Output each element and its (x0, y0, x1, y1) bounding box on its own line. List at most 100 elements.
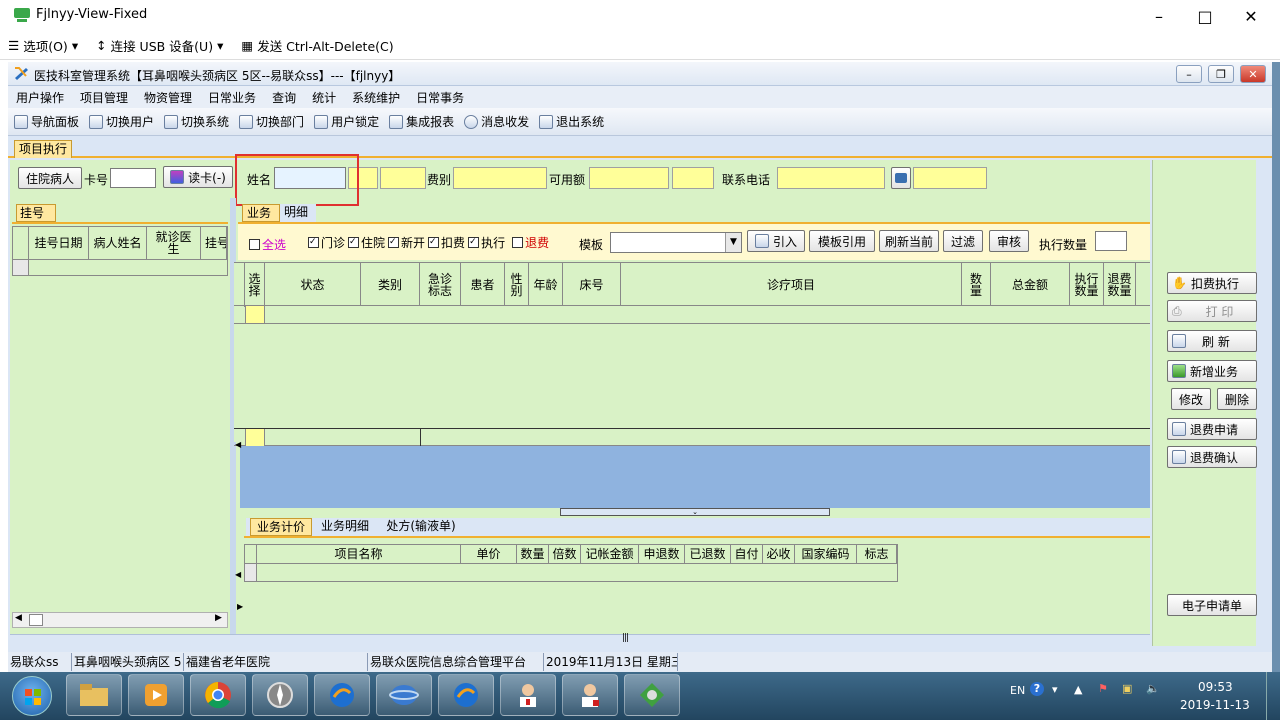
menu-query[interactable]: 查询 (272, 89, 296, 106)
business-row[interactable] (234, 306, 1150, 324)
app-minimize-icon[interactable]: – (1176, 65, 1202, 83)
tab-business-detail[interactable]: 业务明细 (314, 518, 376, 536)
inpatient-button[interactable]: 住院病人 (18, 167, 82, 189)
bottom-hscrollbar[interactable]: ||| (10, 633, 1150, 646)
add-business-button[interactable]: 新增业务 (1167, 360, 1257, 382)
grip-icon: ||| (622, 633, 629, 643)
deduct-execute-button[interactable]: ✋ 扣费执行 (1167, 272, 1257, 294)
messages-button[interactable]: 消息收发 (464, 113, 529, 130)
status-bar: 易联众ss 耳鼻咽喉头颈病区 5 福建省老年医院 易联众医院信息综合管理平台 2… (8, 652, 1272, 672)
menu-daily-business[interactable]: 日常业务 (208, 89, 256, 106)
refund-confirm-button[interactable]: 退费确认 (1167, 446, 1257, 468)
collapse-left-icon-2[interactable]: ◀ (235, 570, 241, 579)
tab-business[interactable]: 业务 (242, 204, 280, 222)
switch-system-button[interactable]: 切换系统 (164, 113, 229, 130)
browser-app-icon[interactable] (376, 674, 432, 716)
available-label: 可用额 (549, 173, 586, 187)
modify-button[interactable]: 修改 (1171, 388, 1211, 410)
app-restore-icon[interactable]: ❐ (1208, 65, 1234, 83)
e-request-button[interactable]: 电子申请单 (1167, 594, 1257, 616)
media-player-icon[interactable] (128, 674, 184, 716)
check-new[interactable]: ✓ 新开 (388, 234, 425, 251)
tab-register[interactable]: 挂号 (16, 204, 56, 222)
network-icon[interactable]: ▣ (1122, 682, 1132, 695)
select-all-check[interactable]: 全选 (249, 236, 286, 253)
hospital-app-icon-2[interactable] (438, 674, 494, 716)
check-deduct[interactable]: ✓ 扣费 (428, 234, 465, 251)
refresh-button[interactable]: 刷 新 (1167, 330, 1257, 352)
minimize-icon[interactable]: – (1136, 0, 1182, 32)
settings-app-icon[interactable] (624, 674, 680, 716)
check-execute[interactable]: ✓ 执行 (468, 234, 505, 251)
flag-alert-icon[interactable]: ⚑ (1098, 682, 1108, 695)
refresh-current-button[interactable]: 刷新当前 (879, 230, 939, 252)
nav-panel-button[interactable]: 导航面板 (14, 113, 79, 130)
delete-button[interactable]: 删除 (1217, 388, 1257, 410)
register-table-row[interactable] (12, 260, 228, 276)
explorer-icon[interactable] (66, 674, 122, 716)
panel-resize-handle[interactable]: ⌄ (560, 508, 830, 516)
menu-daily-affairs[interactable]: 日常事务 (416, 89, 464, 106)
user-lock-button[interactable]: 用户锁定 (314, 113, 379, 130)
volume-muted-icon[interactable]: 🔈 (1146, 682, 1160, 695)
scroll-thumb[interactable] (29, 614, 43, 626)
language-indicator[interactable]: EN (1010, 684, 1025, 697)
menu-material-mgmt[interactable]: 物资管理 (144, 89, 192, 106)
col-age: 年龄 (529, 263, 563, 306)
menu-system-maint[interactable]: 系统维护 (352, 89, 400, 106)
send-cad-button[interactable]: ▦ 发送 Ctrl-Alt-Delete(C) (241, 36, 393, 55)
dept-icon (239, 114, 254, 129)
menu-statistics[interactable]: 统计 (312, 89, 336, 106)
nurse-app-icon[interactable] (562, 674, 618, 716)
usb-menu[interactable]: ↕ 连接 USB 设备(U) ▾ (96, 36, 223, 55)
exec-count-input[interactable] (1095, 231, 1127, 251)
check-refund[interactable]: 退费 (512, 234, 549, 251)
switch-user-button[interactable]: 切换用户 (89, 113, 154, 130)
tab-details[interactable]: 明细 (280, 204, 316, 222)
tab-business-pricing[interactable]: 业务计价 (250, 518, 312, 536)
chrome-icon[interactable] (190, 674, 246, 716)
check-outpatient[interactable]: ✓ 门诊 (308, 234, 345, 251)
app-close-icon[interactable]: ✕ (1240, 65, 1266, 83)
checked-icon: ✓ (348, 237, 360, 248)
clock-date[interactable]: 2019-11-13 (1180, 698, 1250, 712)
show-desktop-button[interactable] (1266, 672, 1280, 720)
review-button[interactable]: 审核 (989, 230, 1029, 252)
card-number-input[interactable] (110, 168, 156, 188)
tray-options-icon[interactable]: ▾ (1052, 683, 1058, 696)
doctor-app-icon[interactable] (500, 674, 556, 716)
age-field (380, 167, 426, 189)
start-button[interactable] (12, 676, 52, 716)
col-treatment: 诊疗项目 (621, 263, 962, 306)
check-inpatient[interactable]: ✓ 住院 (348, 234, 385, 251)
show-hidden-icon[interactable]: ▲ (1074, 683, 1082, 696)
import-button[interactable]: 引入 (747, 230, 805, 252)
tab-project-exec[interactable]: 项目执行 (14, 140, 73, 158)
template-select[interactable]: ▼ (610, 232, 742, 253)
print-button[interactable]: ⎙ 打 印 (1167, 300, 1257, 322)
read-card-button[interactable]: 读卡(-) (163, 166, 233, 188)
detail-row[interactable] (244, 564, 898, 582)
compass-app-icon[interactable] (252, 674, 308, 716)
refund-apply-button[interactable]: 退费申请 (1167, 418, 1257, 440)
expand-right-icon[interactable]: ▶ (237, 602, 243, 611)
menu-user-ops[interactable]: 用户操作 (16, 89, 64, 106)
clock-time[interactable]: 09:53 (1198, 680, 1233, 694)
close-icon[interactable]: ✕ (1228, 0, 1274, 32)
maximize-icon[interactable]: □ (1182, 0, 1228, 32)
collapse-left-icon[interactable]: ◀ (235, 440, 241, 449)
switch-dept-button[interactable]: 切换部门 (239, 113, 304, 130)
camera-button[interactable] (891, 167, 911, 189)
select-cell[interactable] (245, 306, 265, 323)
left-hscrollbar[interactable]: ◀ ▶ (12, 612, 228, 628)
status-platform: 易联众医院信息综合管理平台 (368, 653, 544, 671)
tab-prescription[interactable]: 处方(输液单) (378, 518, 464, 536)
menu-project-mgmt[interactable]: 项目管理 (80, 89, 128, 106)
template-ref-button[interactable]: 模板引用 (809, 230, 875, 252)
reports-button[interactable]: 集成报表 (389, 113, 454, 130)
exit-system-button[interactable]: 退出系统 (539, 113, 604, 130)
help-icon[interactable]: ? (1030, 682, 1044, 696)
filter-button[interactable]: 过滤 (943, 230, 983, 252)
options-menu[interactable]: ☰ 选项(O) ▾ (8, 36, 78, 55)
hospital-app-icon[interactable] (314, 674, 370, 716)
